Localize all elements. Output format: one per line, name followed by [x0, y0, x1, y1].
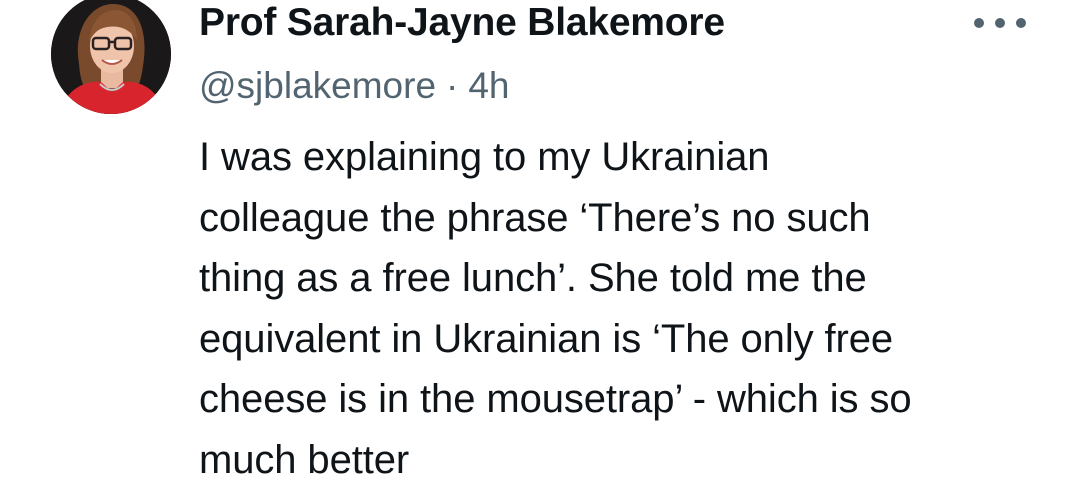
avatar[interactable]: [51, 0, 171, 114]
dot-icon: [1016, 18, 1026, 28]
author-display-name[interactable]: Prof Sarah-Jayne Blakemore: [199, 0, 725, 46]
tweet-meta: @sjblakemore · 4h: [199, 64, 510, 108]
tweet-text-line: equivalent in Ukrainian is ‘The only fre…: [199, 316, 894, 361]
tweet-text-line: colleague the phrase ‘There’s no such: [199, 195, 871, 240]
dot-icon: [974, 18, 984, 28]
tweet-text-line: cheese is in the mousetrap’ - which is s…: [199, 377, 912, 421]
tweet-card: Prof Sarah-Jayne Blakemore @sjblakemore ·…: [0, 0, 1080, 498]
profile-photo-icon: [51, 0, 171, 114]
tweet-text-line: much better: [199, 437, 410, 482]
meta-separator: ·: [446, 65, 459, 106]
tweet-text-line: thing as a free lunch’. She told me the: [199, 256, 867, 300]
tweet-text: I was explaining to my Ukrainian colleag…: [199, 127, 1059, 490]
more-options-icon[interactable]: [974, 10, 1026, 36]
author-handle[interactable]: @sjblakemore: [199, 65, 436, 106]
dot-icon: [995, 18, 1005, 28]
tweet-text-line: I was explaining to my Ukrainian: [199, 135, 770, 179]
tweet-timestamp[interactable]: 4h: [468, 65, 509, 106]
